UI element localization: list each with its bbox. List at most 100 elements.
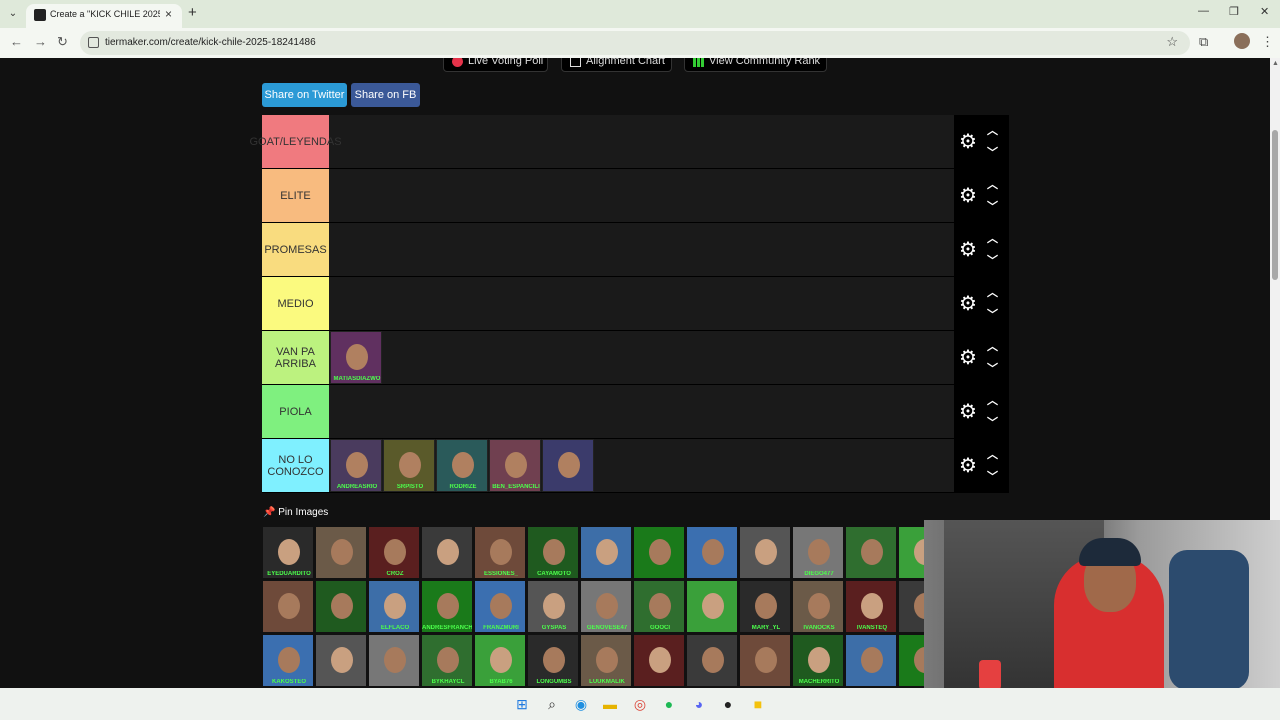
move-up-icon[interactable]: ︿ (987, 392, 998, 408)
pool-image[interactable]: CROZ (368, 526, 420, 579)
gear-icon[interactable]: ⚙ (959, 132, 979, 152)
search-icon[interactable]: ⌕ (543, 695, 561, 713)
pool-image[interactable] (898, 526, 924, 579)
windows-start-icon[interactable]: ⊞ (513, 695, 531, 713)
minimize-icon[interactable]: — (1198, 5, 1209, 17)
tier-item-image[interactable]: BEN_ESPANCILI (489, 439, 541, 492)
pool-image[interactable] (845, 634, 897, 687)
site-info-icon[interactable] (88, 37, 99, 48)
pool-image[interactable]: IVANOCKS (792, 580, 844, 633)
tier-drop-zone[interactable] (330, 115, 954, 168)
pool-image[interactable]: KAKOSTEO (262, 634, 314, 687)
tier-label[interactable]: NO LO CONOZCO (262, 439, 329, 492)
move-down-icon[interactable]: ﹀ (987, 360, 998, 376)
tier-drop-zone[interactable]: ANDREASRIO SRPISTO RODRIZE BEN_ESPANCILI (330, 439, 954, 492)
forward-icon[interactable]: → (34, 34, 47, 49)
pool-image[interactable] (262, 580, 314, 633)
pool-image[interactable] (686, 526, 738, 579)
pool-image[interactable]: ELFLACO (368, 580, 420, 633)
move-down-icon[interactable]: ﹀ (987, 414, 998, 430)
pool-image[interactable] (898, 580, 924, 633)
pool-image[interactable]: ESSIONES_ (474, 526, 526, 579)
bookmark-star-icon[interactable]: ☆ (1166, 34, 1178, 50)
browser-tab[interactable]: Create a "KICK CHILE 2025" Tie × (26, 4, 182, 28)
back-icon[interactable]: ← (10, 34, 23, 49)
move-up-icon[interactable]: ︿ (987, 446, 998, 462)
pool-image[interactable]: GYSPAS (527, 580, 579, 633)
pool-image[interactable]: IVANSTEQ (845, 580, 897, 633)
pool-image[interactable]: ANDRESFRANCHUTE (421, 580, 473, 633)
share-fb-button[interactable]: Share on FB (351, 83, 420, 107)
tier-item-image[interactable]: MATIASDIAZWO (330, 331, 382, 384)
pool-image[interactable]: CAYAMOTO (527, 526, 579, 579)
address-bar[interactable]: tiermaker.com/create/kick-chile-2025-182… (80, 31, 1190, 55)
pool-image[interactable] (686, 580, 738, 633)
tier-label[interactable]: MEDIO (262, 277, 329, 330)
move-up-icon[interactable]: ︿ (987, 122, 998, 138)
pool-image[interactable]: GENOVESE47 (580, 580, 632, 633)
tier-drop-zone[interactable] (330, 223, 954, 276)
alignment-chart-button[interactable]: Alignment Chart (561, 58, 672, 72)
pin-images-title[interactable]: 📌 Pin Images (263, 507, 328, 518)
pool-image[interactable]: BYAB76 (474, 634, 526, 687)
gear-icon[interactable]: ⚙ (959, 348, 979, 368)
move-down-icon[interactable]: ﹀ (987, 252, 998, 268)
menu-icon[interactable]: ⋮ (1261, 34, 1274, 50)
tier-label[interactable]: ELITE (262, 169, 329, 222)
pool-image[interactable] (739, 634, 791, 687)
gear-icon[interactable]: ⚙ (959, 456, 979, 476)
pool-image[interactable] (633, 526, 685, 579)
chrome-icon[interactable]: ◎ (631, 695, 649, 713)
tier-item-image[interactable] (542, 439, 594, 492)
move-up-icon[interactable]: ︿ (987, 176, 998, 192)
pool-image[interactable] (315, 526, 367, 579)
view-community-rank-button[interactable]: View Community Rank (684, 58, 827, 72)
reload-icon[interactable]: ↻ (57, 34, 68, 50)
move-up-icon[interactable]: ︿ (987, 284, 998, 300)
move-down-icon[interactable]: ﹀ (987, 306, 998, 322)
scroll-up-icon[interactable]: ▲ (1272, 60, 1279, 67)
pool-image[interactable] (368, 634, 420, 687)
pool-image[interactable] (421, 526, 473, 579)
sticky-notes-icon[interactable]: ■ (749, 695, 767, 713)
pool-image[interactable]: BYKHAYCL (421, 634, 473, 687)
share-twitter-button[interactable]: Share on Twitter (262, 83, 347, 107)
profile-avatar[interactable] (1234, 33, 1250, 49)
pool-image[interactable]: MARY_YL (739, 580, 791, 633)
pool-image[interactable]: LONGUMBS (527, 634, 579, 687)
edge-icon[interactable]: ◉ (572, 695, 590, 713)
tier-label[interactable]: GOAT/LEYENDAS (249, 115, 342, 168)
gear-icon[interactable]: ⚙ (959, 240, 979, 260)
tier-label[interactable]: PIOLA (262, 385, 329, 438)
pool-image[interactable]: LUUKMALIK (580, 634, 632, 687)
github-icon[interactable]: ● (719, 695, 737, 713)
pool-image[interactable]: EYEDUARDITO (262, 526, 314, 579)
tab-search-icon[interactable]: ⌄ (4, 6, 22, 22)
pool-image[interactable]: MACHERRITO (792, 634, 844, 687)
move-up-icon[interactable]: ︿ (987, 230, 998, 246)
discord-icon[interactable]: ◕ (690, 695, 708, 713)
tier-drop-zone[interactable] (330, 385, 954, 438)
tier-drop-zone[interactable] (330, 169, 954, 222)
tier-label[interactable]: PROMESAS (262, 223, 329, 276)
spotify-icon[interactable]: ● (660, 695, 678, 713)
close-tab-icon[interactable]: × (165, 7, 172, 21)
pool-image[interactable] (898, 634, 924, 687)
pool-image[interactable]: FRANZMURI (474, 580, 526, 633)
pool-image[interactable]: DIEGO477 (792, 526, 844, 579)
move-down-icon[interactable]: ﹀ (987, 468, 998, 484)
live-voting-poll-button[interactable]: Live Voting Poll (443, 58, 548, 72)
move-down-icon[interactable]: ﹀ (987, 144, 998, 160)
restore-icon[interactable]: ❐ (1229, 5, 1239, 18)
pool-image[interactable] (315, 580, 367, 633)
tier-item-image[interactable]: ANDREASRIO (330, 439, 382, 492)
extensions-icon[interactable]: ⧉ (1199, 34, 1208, 50)
pool-image[interactable] (845, 526, 897, 579)
file-explorer-icon[interactable]: ▬ (601, 695, 619, 713)
new-tab-icon[interactable]: + (188, 4, 197, 21)
pool-image[interactable] (633, 634, 685, 687)
url-text[interactable]: tiermaker.com/create/kick-chile-2025-182… (105, 37, 316, 48)
pool-image[interactable] (580, 526, 632, 579)
pool-image[interactable] (686, 634, 738, 687)
tier-item-image[interactable]: RODRIZE (436, 439, 488, 492)
